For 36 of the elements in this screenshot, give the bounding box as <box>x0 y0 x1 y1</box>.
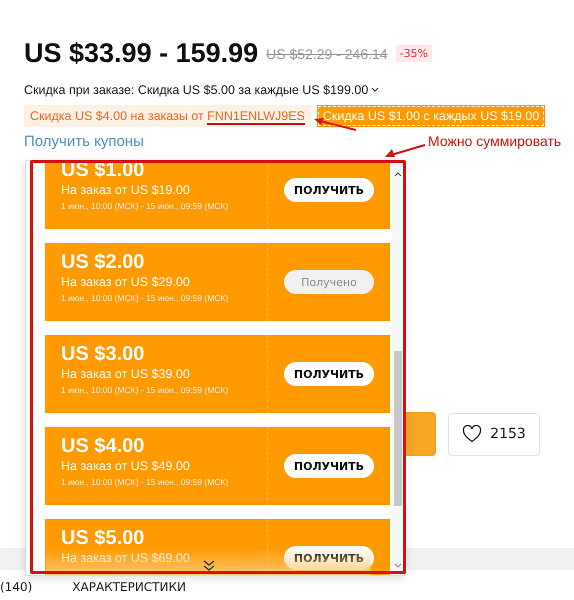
store-coupon-tag: Скидка US $1.00 с каждых US $19.00 <box>316 105 546 127</box>
promo-code-tag: Скидка US $4.00 на заказы от FNN1ENLWJ9ES <box>24 105 311 127</box>
get-coupon-button[interactable]: ПОЛУЧИТЬ <box>284 178 374 202</box>
coupon-min-order: На заказ от US $29.00 <box>61 275 191 289</box>
coupon-min-order: На заказ от US $49.00 <box>61 459 191 473</box>
coupon-amount: US $3.00 <box>61 343 146 366</box>
coupon-period: 1 июн., 10:00 (МСК) - 15 июн., 09:59 (МСК) <box>61 385 230 395</box>
annotation-note: Можно суммировать <box>428 133 562 149</box>
get-coupon-button[interactable]: ПОЛУЧИТЬ <box>284 546 374 570</box>
coupon-amount: US $5.00 <box>61 527 146 550</box>
current-price: US $33.99 - 159.99 <box>24 38 258 69</box>
annotation-arrow <box>385 144 426 157</box>
scrollbar[interactable] <box>392 161 404 575</box>
heart-icon <box>462 425 482 443</box>
original-price: US $52.29 - 246.14 <box>266 46 388 62</box>
coupon-period: 1 июн., 10:00 (МСК) - 15 июн., 09:59 (МСК) <box>61 293 230 303</box>
coupon-period: 1 июн., 10:00 (МСК) - 15 июн., 09:59 (МСК) <box>61 201 230 211</box>
wishlist-button[interactable]: 2153 <box>448 412 540 456</box>
coupon-min-order: На заказ от US $39.00 <box>61 367 191 381</box>
discount-badge: -35% <box>396 45 432 62</box>
coupon-min-order: На заказ от US $19.00 <box>61 183 191 197</box>
section-tab[interactable]: ХАРАКТЕРИСТИКИ <box>72 580 186 594</box>
section-tab[interactable]: (140) <box>0 580 32 594</box>
get-coupon-button[interactable]: ПОЛУЧИТЬ <box>284 362 374 386</box>
get-coupon-button[interactable]: ПОЛУЧИТЬ <box>284 454 374 478</box>
coupon-amount: US $2.00 <box>61 251 146 274</box>
coupon-amount: US $4.00 <box>61 435 146 458</box>
coupon-period: 1 июн., 10:00 (МСК) - 15 июн., 09:59 (МСК) <box>61 477 230 487</box>
chevron-down-icon[interactable] <box>371 87 380 93</box>
scroll-thumb[interactable] <box>394 351 402 506</box>
scroll-up-icon <box>394 171 402 177</box>
scroll-down-icon <box>394 563 402 569</box>
coupon-amount: US $1.00 <box>61 161 146 182</box>
order-discount-text: Скидка при заказе: Скидка US $5.00 за каждые US $199.00 <box>24 83 368 97</box>
coupon-min-order: На заказ от US $69.00 <box>61 551 191 565</box>
double-chevron-down-icon <box>202 560 216 572</box>
